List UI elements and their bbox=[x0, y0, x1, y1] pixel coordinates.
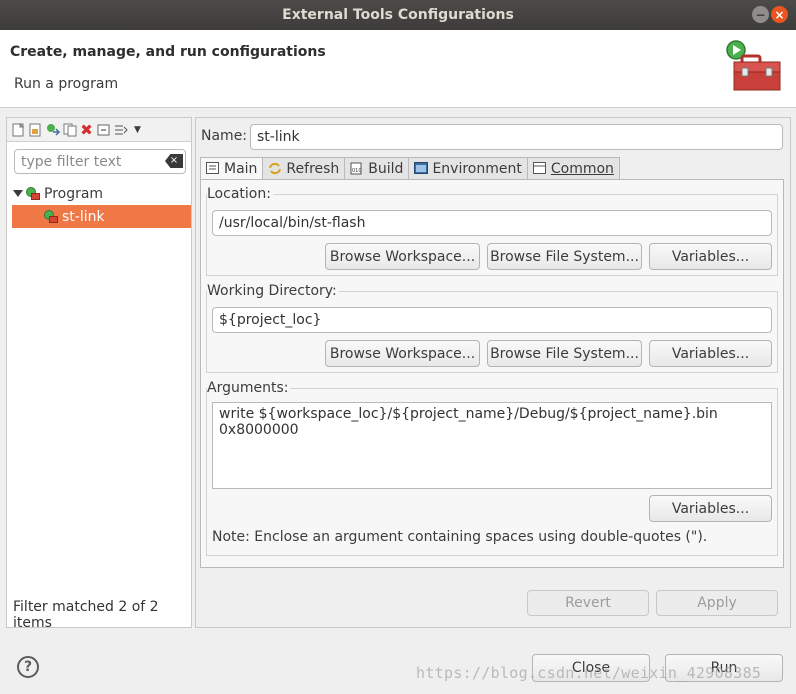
tree-item-st-link[interactable]: st-link bbox=[12, 205, 191, 228]
program-icon bbox=[26, 186, 40, 201]
location-browse-file-system-button[interactable]: Browse File System... bbox=[487, 243, 642, 270]
main-tab-content: Location: Browse Workspace... Browse Fil… bbox=[200, 179, 784, 568]
window-title: External Tools Configurations bbox=[282, 7, 514, 23]
filter-configurations-icon[interactable] bbox=[113, 122, 128, 137]
revert-button[interactable]: Revert bbox=[527, 590, 649, 616]
tab-strip: Main Refresh 010 Build Environment Commo… bbox=[200, 157, 620, 180]
working-directory-label: Working Directory: bbox=[207, 283, 339, 299]
tab-label: Main bbox=[224, 160, 258, 177]
new-prototype-icon[interactable] bbox=[28, 122, 43, 137]
configurations-toolbar: ✖ ▼ bbox=[7, 118, 191, 142]
close-window-button[interactable]: × bbox=[771, 6, 788, 23]
duplicate-configuration-icon[interactable] bbox=[62, 122, 77, 137]
common-icon bbox=[532, 162, 547, 175]
watermark: https://blog.csdn.net/weixin_42908385 bbox=[416, 664, 762, 682]
environment-icon bbox=[414, 162, 429, 175]
arguments-textarea[interactable]: write ${workspace_loc}/${project_name}/D… bbox=[212, 402, 772, 489]
window-controls: − × bbox=[752, 6, 788, 23]
location-field[interactable] bbox=[212, 210, 772, 236]
header-subtitle: Run a program bbox=[14, 76, 119, 92]
tab-environment[interactable]: Environment bbox=[409, 157, 528, 180]
help-icon[interactable]: ? bbox=[17, 656, 39, 678]
tree-item-label: st-link bbox=[62, 208, 105, 225]
tab-label: Common bbox=[550, 160, 614, 177]
working-directory-variables-button[interactable]: Variables... bbox=[649, 340, 772, 367]
header-title: Create, manage, and run configurations bbox=[10, 44, 326, 60]
tree-item-label: Program bbox=[44, 185, 104, 202]
arguments-note: Note: Enclose an argument containing spa… bbox=[212, 529, 708, 545]
apply-button[interactable]: Apply bbox=[656, 590, 778, 616]
tab-main[interactable]: Main bbox=[200, 157, 264, 180]
tab-common[interactable]: Common bbox=[527, 157, 620, 180]
tab-label: Refresh bbox=[286, 160, 340, 177]
collapse-all-icon[interactable] bbox=[96, 122, 111, 137]
location-label: Location: bbox=[207, 186, 273, 202]
tree-item-program[interactable]: Program bbox=[7, 182, 191, 205]
name-field[interactable] bbox=[250, 124, 783, 150]
arguments-variables-button[interactable]: Variables... bbox=[649, 495, 772, 522]
working-directory-browse-workspace-button[interactable]: Browse Workspace... bbox=[325, 340, 480, 367]
configurations-panel: ✖ ▼ × Program st-link Filter matched 2 o… bbox=[6, 117, 192, 631]
working-directory-field[interactable] bbox=[212, 307, 772, 333]
location-browse-workspace-button[interactable]: Browse Workspace... bbox=[325, 243, 480, 270]
view-menu-chevron-down-icon[interactable]: ▼ bbox=[130, 122, 145, 137]
filter-input[interactable] bbox=[14, 149, 186, 174]
configuration-tree: Program st-link bbox=[7, 182, 191, 228]
main-tab-icon bbox=[206, 162, 220, 175]
tab-label: Environment bbox=[432, 160, 522, 177]
tab-refresh[interactable]: Refresh bbox=[263, 157, 346, 180]
refresh-icon bbox=[268, 162, 282, 175]
location-variables-button[interactable]: Variables... bbox=[649, 243, 772, 270]
new-configuration-icon[interactable] bbox=[11, 122, 26, 137]
program-icon bbox=[44, 209, 58, 224]
name-label: Name: bbox=[201, 128, 248, 144]
working-directory-browse-file-system-button[interactable]: Browse File System... bbox=[487, 340, 642, 367]
tab-build[interactable]: 010 Build bbox=[345, 157, 410, 180]
svg-text:010: 010 bbox=[352, 168, 362, 174]
dialog-header: Create, manage, and run configurations R… bbox=[0, 30, 796, 108]
configuration-editor: Name: Main Refresh 010 Build Environment bbox=[195, 117, 791, 628]
filter-status: Filter matched 2 of 2 items bbox=[13, 599, 159, 631]
delete-configuration-icon[interactable]: ✖ bbox=[79, 121, 94, 139]
external-tools-toolbox-icon bbox=[726, 40, 781, 91]
tab-label: Build bbox=[368, 160, 404, 177]
title-bar: External Tools Configurations − × bbox=[0, 0, 796, 30]
export-configuration-icon[interactable] bbox=[45, 122, 60, 137]
arguments-label: Arguments: bbox=[207, 380, 291, 396]
expand-triangle-icon[interactable] bbox=[13, 190, 23, 197]
build-icon: 010 bbox=[350, 162, 364, 175]
minimize-button[interactable]: − bbox=[752, 6, 769, 23]
